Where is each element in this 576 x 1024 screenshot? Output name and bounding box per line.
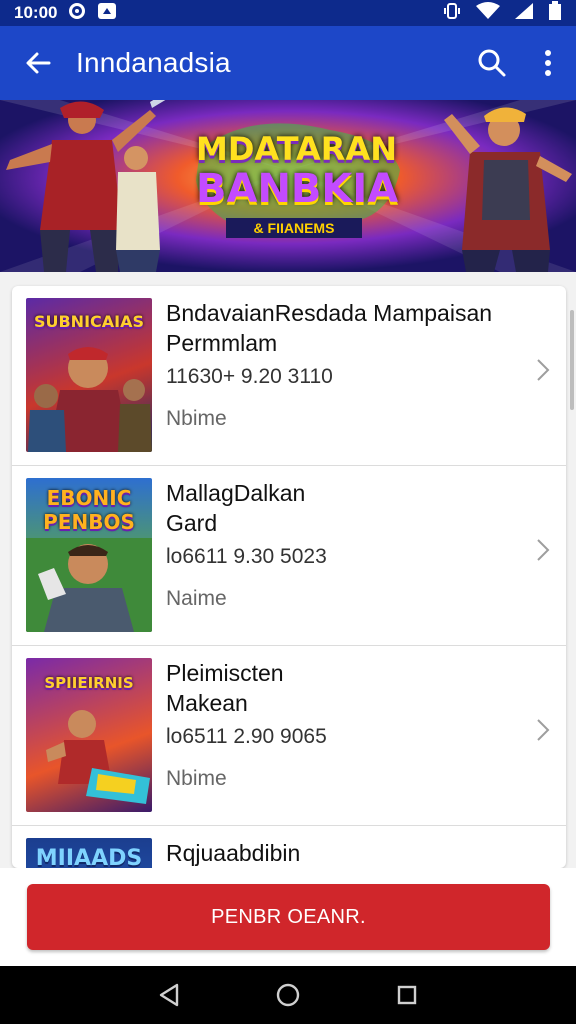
item-meta: 11630+ 9.20 3110 <box>166 365 333 388</box>
item-title: Pleimiscten <box>166 660 284 686</box>
sync-icon <box>67 1 87 26</box>
item-thumbnail-title: MIIAADS <box>35 846 143 868</box>
item-title-line2: Makean <box>166 690 248 716</box>
status-bar: 10:00 <box>0 0 576 26</box>
primary-action-button[interactable]: PENBR OEANR. <box>27 884 550 950</box>
search-icon <box>478 49 506 77</box>
overflow-menu-button[interactable] <box>520 26 576 100</box>
promo-banner[interactable]: MDATARAN BANBKIA & FIIANEMS <box>0 100 576 272</box>
item-subtitle: Nbime <box>166 767 227 790</box>
item-thumbnail-title: SUBNICAIAS <box>33 312 145 331</box>
list-item[interactable]: EBONIC PENBOS MallagDalkan Gard lo6611 9… <box>12 466 566 646</box>
item-meta: lo6511 2.90 9065 <box>166 725 327 748</box>
nav-home-button[interactable] <box>266 973 310 1017</box>
list-item[interactable]: SUBNICAIAS BndavaianResdada Mampaisan Pe… <box>12 286 566 466</box>
item-title: BndavaianResdada Mampaisan <box>166 300 493 326</box>
system-nav-bar <box>0 966 576 1024</box>
signal-icon <box>514 2 534 25</box>
nav-recents-button[interactable] <box>385 973 429 1017</box>
nav-back-button[interactable] <box>147 973 191 1017</box>
item-title-line2: Permmlam <box>166 330 278 356</box>
notification-icon <box>97 2 117 25</box>
item-thumbnail: EBONIC PENBOS <box>26 478 152 632</box>
item-thumbnail: SUBNICAIAS <box>26 298 152 452</box>
item-title-line2: Gard <box>166 510 218 536</box>
cta-container: PENBR OEANR. <box>0 868 576 966</box>
app-bar: Inndanadsia <box>0 26 576 100</box>
chevron-right-icon <box>536 358 550 387</box>
item-title: Rqjuaabdibin <box>166 840 301 866</box>
item-title: MallagDalkan <box>166 480 306 506</box>
chevron-right-icon <box>536 718 550 747</box>
item-thumbnail-title: SPIIEIRNIS <box>44 674 134 692</box>
list-item[interactable]: MIIAADS Rqjuaabdibin <box>12 826 566 868</box>
scrollbar[interactable] <box>570 310 574 410</box>
item-subtitle: Nbime <box>166 407 227 430</box>
arrow-back-icon <box>26 52 51 74</box>
search-button[interactable] <box>464 26 520 100</box>
wifi-icon <box>476 1 500 25</box>
page-title: Inndanadsia <box>76 47 231 78</box>
game-list: SUBNICAIAS BndavaianResdada Mampaisan Pe… <box>12 286 566 868</box>
back-button[interactable] <box>0 26 76 100</box>
banner-title-line2: BANBKIA <box>196 166 399 212</box>
status-time: 10:00 <box>14 3 58 22</box>
item-thumbnail-title: EBONIC PENBOS <box>43 486 135 534</box>
square-recents-icon <box>397 985 416 1005</box>
item-thumbnail: MIIAADS <box>26 838 152 868</box>
triangle-back-icon <box>160 983 179 1007</box>
banner-title-line3: & FIIANEMS <box>226 218 362 238</box>
item-thumbnail: SPIIEIRNIS <box>26 658 152 812</box>
list-item[interactable]: SPIIEIRNIS Pleimiscten Makean lo6511 2.9… <box>12 646 566 826</box>
circle-home-icon <box>276 983 300 1007</box>
item-subtitle: Naime <box>166 587 227 610</box>
battery-icon <box>548 0 562 26</box>
vibrate-icon <box>442 1 462 26</box>
item-meta: lo6611 9.30 5023 <box>166 545 327 568</box>
banner-title-line1: MDATARAN <box>196 130 397 168</box>
chevron-right-icon <box>536 538 550 567</box>
more-vert-icon <box>545 50 551 76</box>
